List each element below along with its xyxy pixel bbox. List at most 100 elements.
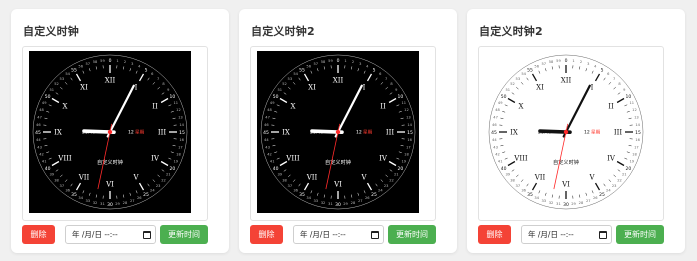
calendar-icon[interactable] [371,231,379,239]
minute-number: 40 [501,166,507,172]
second-number: 44 [36,138,41,142]
second-number: 3 [359,62,361,66]
hour-numeral: XII [561,77,572,85]
second-number: 41 [42,160,47,164]
center-pin [107,129,113,135]
second-number: 14 [179,123,184,127]
second-number: 27 [130,199,135,203]
minute-number: 40 [45,166,51,172]
second-number: 56 [306,65,311,69]
minute-number: 0 [109,58,112,64]
minute-number: 30 [107,202,113,208]
datetime-placeholder: 年 /月/日 --:-- [300,230,346,239]
minute-number: 5 [145,67,148,73]
second-number: 23 [156,184,161,188]
minute-number: 55 [527,67,533,73]
calendar-icon[interactable] [143,231,151,239]
second-number: 7 [613,77,615,81]
second-number: 46 [264,123,269,127]
second-number: 12 [632,108,637,112]
update-time-button[interactable]: 更新时间 [616,225,664,244]
second-number: 32 [549,201,554,205]
second-number: 11 [173,101,178,105]
second-number: 52 [54,82,59,86]
hour-numeral: XI [536,83,544,91]
date-number: 12 [128,130,134,136]
second-number: 13 [406,115,411,119]
minute-number: 0 [565,58,568,64]
second-number: 53 [288,77,293,81]
datetime-input[interactable]: 年 /月/日 --:-- [293,225,384,244]
second-number: 38 [282,179,287,183]
second-number: 34 [534,196,539,200]
clock-frame: 1 2 3 4 6 7 8 9 11 12 13 14 16 17 18 19 21 22 23 24 26 27 28 29… [22,46,208,221]
second-number: 28 [123,201,128,205]
hour-numeral: IX [54,129,62,137]
clock-card-3: 自定义时钟2 1 2 3 4 6 7 8 9 11 12 13 14 16 17 18 19 21 22 23 24 2… [467,9,685,253]
second-number: 57 [85,62,90,66]
second-number: 37 [60,184,65,188]
minute-number: 30 [335,202,341,208]
second-number: 28 [351,201,356,205]
second-number: 31 [556,202,561,206]
delete-button[interactable]: 删除 [478,225,511,244]
second-number: 2 [352,60,354,64]
second-number: 49 [270,101,275,105]
second-number: 52 [510,82,515,86]
second-number: 23 [612,184,617,188]
hour-numeral: I [591,83,594,91]
second-number: 57 [313,62,318,66]
clock-frame: 1 2 3 4 6 7 8 9 11 12 13 14 16 17 18 19 21 22 23 24 26 27 28 29… [478,46,664,221]
minute-number: 45 [491,130,497,136]
second-number: 56 [78,65,83,69]
card-title: 自定义时钟2 [251,25,315,38]
clock-face-label: 自定义时钟 [97,158,123,166]
minute-number: 25 [143,192,149,198]
second-number: 41 [270,160,275,164]
clock-card-1: 自定义时钟 1 2 3 4 6 7 8 9 11 12 13 14 16 17 18 19 21 22 23 24 26… [11,9,229,253]
minute-number: 50 [501,94,507,100]
hour-numeral: IV [151,155,160,163]
second-number: 51 [505,88,510,92]
second-number: 39 [277,173,282,177]
second-number: 58 [93,60,98,64]
second-number: 32 [321,201,326,205]
second-number: 27 [358,199,363,203]
second-number: 46 [492,123,497,127]
second-number: 29 [343,202,348,206]
update-time-button[interactable]: 更新时间 [160,225,208,244]
minute-number: 15 [635,130,641,136]
hour-numeral: X [62,103,67,111]
analog-clock: 1 2 34678911121314161718192122232426272829… [29,51,191,213]
update-time-button[interactable]: 更新时间 [388,225,436,244]
second-number: 37 [288,184,293,188]
second-number: 18 [632,153,637,157]
datetime-input[interactable]: 年 /月/日 --:-- [521,225,612,244]
minute-number: 55 [299,67,305,73]
hour-numeral: X [518,103,523,111]
second-number: 41 [498,160,503,164]
second-number: 24 [606,189,611,193]
minute-number: 35 [527,192,533,198]
card-title: 自定义时钟 [23,25,79,38]
second-number: 26 [365,196,370,200]
minute-number: 10 [169,94,175,100]
delete-button[interactable]: 删除 [250,225,283,244]
datetime-input[interactable]: 年 /月/日 --:-- [65,225,156,244]
second-number: 13 [634,115,639,119]
minute-number: 15 [407,130,413,136]
second-number: 22 [161,179,166,183]
second-number: 57 [541,62,546,66]
delete-button[interactable]: 删除 [22,225,55,244]
hour-numeral: I [135,83,138,91]
second-number: 54 [521,72,526,76]
second-number: 29 [571,202,576,206]
second-number: 26 [137,196,142,200]
second-number: 43 [265,145,270,149]
second-number: 23 [384,184,389,188]
hour-numeral: VII [78,174,90,182]
center-pin [563,129,569,135]
second-number: 48 [267,108,272,112]
hour-numeral: VII [534,174,546,182]
calendar-icon[interactable] [599,231,607,239]
